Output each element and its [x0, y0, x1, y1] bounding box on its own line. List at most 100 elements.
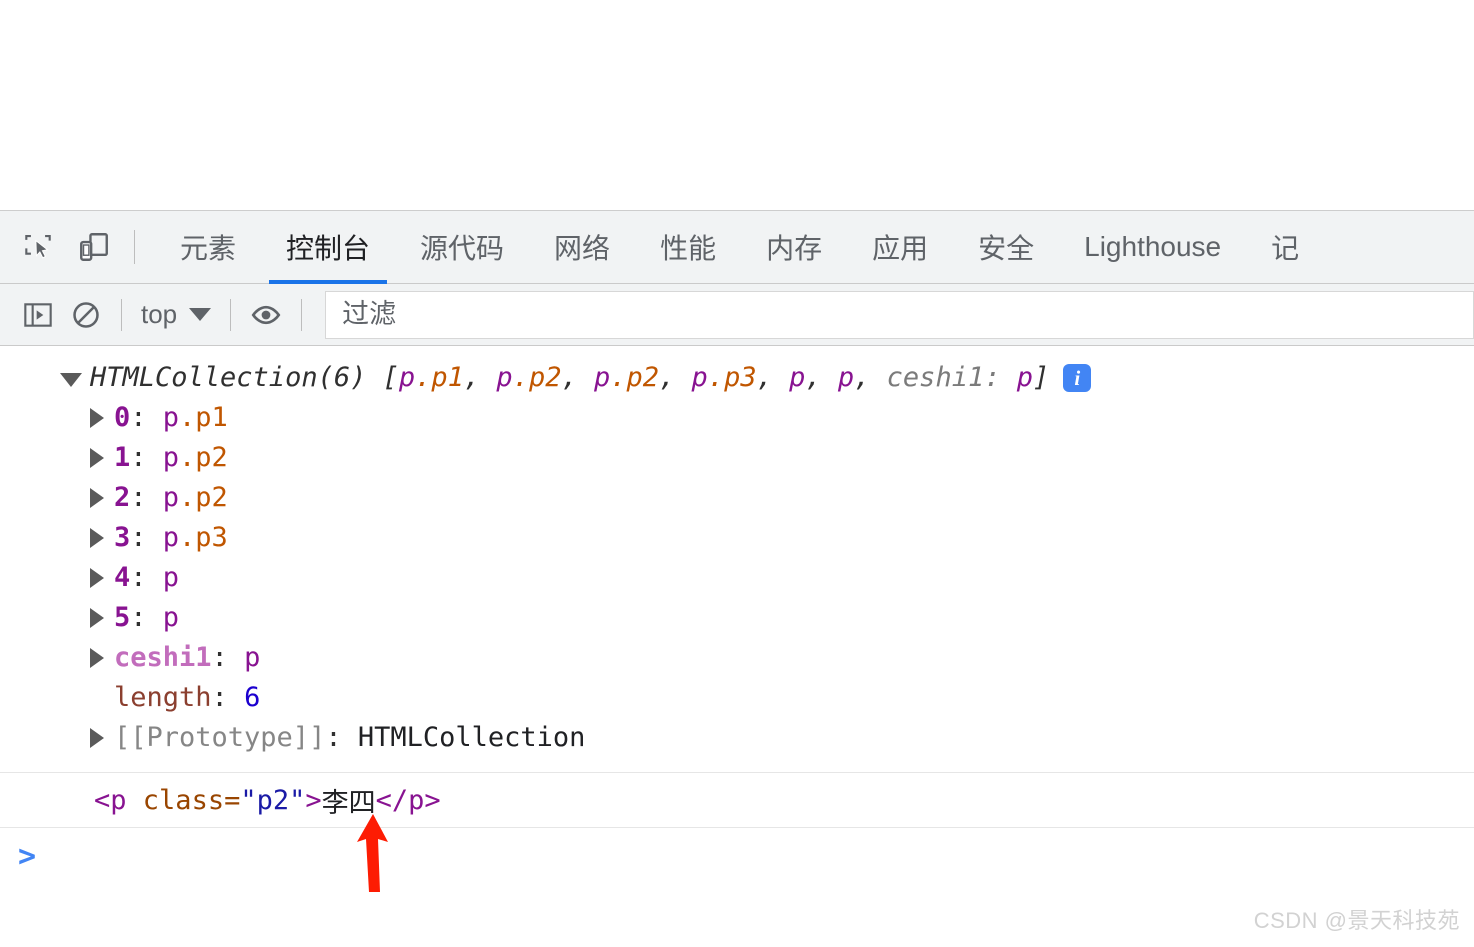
- entry-key: 0: [114, 402, 131, 433]
- collection-entry-row[interactable]: 1: p .p2: [0, 438, 1474, 478]
- collection-entry-row[interactable]: 2: p .p2: [0, 478, 1474, 518]
- collection-entry-row[interactable]: 3: p .p3: [0, 518, 1474, 558]
- tab-sources[interactable]: 源代码: [395, 211, 529, 284]
- inspect-element-icon[interactable]: [10, 219, 66, 275]
- entry-colon: :: [130, 562, 163, 593]
- preview-comma-4: ,: [805, 362, 838, 393]
- result-close-tag: </p>: [375, 784, 441, 816]
- preview-tag-4: p: [789, 362, 806, 393]
- bracket-open: [: [366, 362, 399, 393]
- entry-colon: :: [211, 642, 245, 673]
- collection-named-entry-row[interactable]: ceshi1: p: [0, 638, 1474, 678]
- console-prompt-row[interactable]: >: [0, 828, 1474, 884]
- execution-context-selector[interactable]: top: [133, 299, 219, 330]
- entry-class: .p2: [179, 482, 228, 513]
- entry-key: 5: [114, 602, 131, 633]
- entry-colon: :: [130, 482, 163, 513]
- prompt-chevron-icon: >: [18, 838, 37, 874]
- entry-value: 6: [244, 682, 261, 713]
- tab-security[interactable]: 安全: [953, 211, 1059, 284]
- tab-lighthouse[interactable]: Lighthouse: [1059, 211, 1246, 284]
- entry-class: .p2: [179, 442, 228, 473]
- tab-memory[interactable]: 内存: [741, 211, 847, 284]
- devtools-panel: 元素 控制台 源代码 网络 性能 内存 应用 安全 Lighthouse 记 t…: [0, 210, 1474, 947]
- expand-triangle-icon[interactable]: [90, 408, 104, 428]
- collection-constructor: HTMLCollection(6): [90, 362, 367, 393]
- entry-colon: :: [130, 402, 163, 433]
- tabbar-divider: [134, 230, 135, 264]
- collection-entry-row[interactable]: 0: p .p1: [0, 398, 1474, 438]
- inspect-element-glyph: [25, 234, 51, 259]
- entry-tag: p: [162, 562, 180, 593]
- collection-entry-row[interactable]: 4: p: [0, 558, 1474, 598]
- result-lt: <: [94, 784, 111, 816]
- console-sidebar-glyph: [24, 302, 52, 327]
- preview-named-colon: :: [984, 362, 1017, 393]
- result-tag: p: [110, 784, 127, 816]
- entry-key: 3: [114, 522, 131, 553]
- live-expression-icon[interactable]: [242, 291, 290, 339]
- preview-comma-0: ,: [463, 362, 497, 393]
- page-viewport: [0, 0, 1474, 210]
- preview-comma-3: ,: [756, 362, 790, 393]
- result-gt: >: [305, 784, 322, 816]
- info-icon[interactable]: i: [1063, 364, 1092, 392]
- expand-triangle-icon[interactable]: [90, 648, 104, 668]
- entry-class: .p1: [179, 402, 228, 433]
- entry-tag: p: [162, 402, 180, 433]
- clear-console-glyph: [73, 301, 99, 328]
- console-filter-input[interactable]: [325, 290, 1474, 339]
- expand-triangle-icon[interactable]: [90, 528, 104, 548]
- entry-key: [[Prototype]]: [114, 722, 326, 753]
- collection-prototype-row[interactable]: [[Prototype]]: HTMLCollection: [0, 718, 1474, 758]
- entry-colon: :: [130, 522, 163, 553]
- preview-comma-2: ,: [659, 362, 692, 393]
- tab-elements[interactable]: 元素: [155, 211, 261, 284]
- expand-triangle-icon[interactable]: [90, 608, 104, 628]
- chevron-down-icon: [189, 308, 212, 321]
- execution-context-value: top: [141, 299, 178, 329]
- bracket-close: ]: [1033, 362, 1050, 393]
- entry-value: HTMLCollection: [357, 722, 586, 753]
- preview-comma-1: ,: [561, 362, 594, 393]
- collection-header-row[interactable]: HTMLCollection(6) [p .p1, p .p2, p .p2, p .p…: [0, 358, 1474, 398]
- toolbar-divider-2: [230, 298, 232, 331]
- entry-colon: :: [211, 682, 245, 713]
- result-text: 李四: [321, 787, 376, 819]
- entry-key: ceshi1: [114, 642, 212, 673]
- preview-comma-5: ,: [854, 362, 887, 393]
- collection-length-row: length: 6: [0, 678, 1474, 718]
- tab-recorder[interactable]: 记: [1246, 211, 1324, 284]
- csdn-watermark: CSDN @景天科技苑: [1253, 908, 1460, 933]
- entry-tag: p: [162, 442, 180, 473]
- preview-class-2: .p2: [610, 362, 660, 393]
- preview-tag-5: p: [837, 362, 855, 393]
- console-sidebar-icon[interactable]: [14, 291, 62, 339]
- result-space: [127, 785, 143, 816]
- entry-tag: p: [162, 482, 180, 513]
- tab-network[interactable]: 网络: [529, 211, 635, 284]
- device-toolbar-glyph: [80, 233, 108, 261]
- expand-triangle-icon[interactable]: [90, 568, 104, 588]
- tab-console[interactable]: 控制台: [261, 211, 395, 284]
- expand-triangle-icon[interactable]: [90, 728, 104, 748]
- clear-console-icon[interactable]: [62, 291, 110, 339]
- toolbar-divider-1: [121, 298, 122, 331]
- expand-triangle-icon[interactable]: [60, 373, 82, 387]
- console-message-group: HTMLCollection(6) [p .p1, p .p2, p .p2, p .p…: [0, 346, 1474, 758]
- expand-triangle-icon[interactable]: [90, 488, 104, 508]
- result-attr-value: "p2": [240, 784, 306, 816]
- tab-performance[interactable]: 性能: [635, 211, 741, 284]
- expand-triangle-icon[interactable]: [90, 448, 104, 468]
- entry-key: 4: [114, 562, 131, 593]
- preview-class-1: .p2: [512, 362, 562, 393]
- entry-colon: :: [325, 722, 358, 753]
- console-toolbar: top: [0, 284, 1474, 346]
- preview-tag-3: p: [691, 362, 708, 393]
- device-toolbar-icon[interactable]: [66, 219, 122, 275]
- tab-application[interactable]: 应用: [847, 211, 953, 284]
- collection-entry-row[interactable]: 5: p: [0, 598, 1474, 638]
- devtools-tabbar: 元素 控制台 源代码 网络 性能 内存 应用 安全 Lighthouse 记: [0, 211, 1474, 284]
- entry-key: 1: [114, 442, 131, 473]
- preview-named-key: ceshi1: [886, 362, 985, 393]
